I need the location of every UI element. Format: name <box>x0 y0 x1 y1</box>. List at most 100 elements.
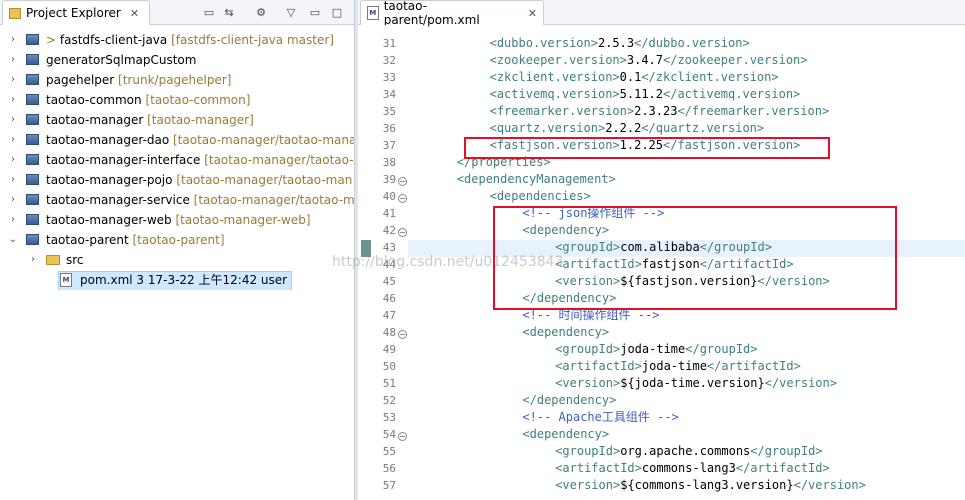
tree-item-text: taotao-parent [taotao-parent] <box>46 230 225 250</box>
tree-item-label: taotao-manager <box>46 113 144 127</box>
xml-value: 2.5.3 <box>597 36 635 50</box>
minimize-icon[interactable]: ▭ <box>308 5 322 19</box>
xml-value: org.apache.commons <box>620 444 751 458</box>
chevron-down-icon[interactable]: ⌄ <box>8 230 18 250</box>
code-line: <dubbo.version>2.5.3</dubbo.version> <box>490 35 750 52</box>
fold-toggle-icon[interactable]: − <box>398 194 407 203</box>
code-line: <dependency> <box>522 324 609 341</box>
xml-value: joda-time <box>620 342 686 356</box>
tree-item-project[interactable]: › taotao-manager [taotao-manager] <box>0 110 354 130</box>
tree-item-project[interactable]: › pagehelper [trunk/pagehelper] <box>0 70 354 90</box>
tree-item-text: taotao-manager-web [taotao-manager-web] <box>46 210 311 230</box>
chevron-right-icon[interactable]: › <box>8 150 18 170</box>
xml-tag: <quartz.version> <box>489 121 606 135</box>
xml-tag: </zookeeper.version> <box>663 53 808 67</box>
tree-item-label: src <box>66 253 84 267</box>
filter-icon[interactable]: ⚙ <box>254 5 268 19</box>
tree-item-project[interactable]: › taotao-common [taotao-common] <box>0 90 354 110</box>
tree-item-project[interactable]: › taotao-manager-web [taotao-manager-web] <box>0 210 354 230</box>
line-number: 46 <box>382 292 396 305</box>
line-number: 40 <box>382 190 396 203</box>
line-number: 55 <box>382 445 396 458</box>
tree-item-label: taotao-manager-pojo <box>46 173 173 187</box>
tree-item-project[interactable]: › > fastdfs-client-java [fastdfs-client-j… <box>0 30 354 50</box>
link-with-editor-icon[interactable]: ⇆ <box>222 5 236 19</box>
tree-item-project[interactable]: › taotao-manager-interface [taotao-manage… <box>0 150 354 170</box>
xml-tag: <groupId> <box>555 342 621 356</box>
git-change-marker: > <box>46 33 60 47</box>
tree-item-text: taotao-manager-dao [taotao-manager/taota… <box>46 130 354 150</box>
tree-item-text: taotao-common [taotao-common] <box>46 90 250 110</box>
xml-value: 2.3.23 <box>634 104 678 118</box>
view-menu-icon[interactable]: ▽ <box>284 5 298 19</box>
close-icon[interactable]: ✕ <box>528 7 537 20</box>
editor-tab-label: taotao-parent/pom.xml <box>383 0 480 27</box>
code-line: <!-- Apache工具组件 --> <box>522 409 678 426</box>
tree-item-project[interactable]: ⌄ taotao-parent [taotao-parent] <box>0 230 354 250</box>
tab-project-explorer[interactable]: Project Explorer ✕ <box>2 0 150 25</box>
chevron-right-icon[interactable]: › <box>8 170 18 190</box>
code-line: <groupId>org.apache.commons</groupId> <box>555 443 822 460</box>
line-number: 49 <box>382 343 396 356</box>
line-number: 48 <box>382 326 396 339</box>
tree-item-text: taotao-manager [taotao-manager] <box>46 110 254 130</box>
fold-toggle-icon[interactable]: − <box>398 330 407 339</box>
tree-item-text: generatorSqlmapCustom <box>46 50 196 70</box>
xml-value: commons-lang3 <box>641 461 736 475</box>
xml-tag: <version> <box>555 478 621 492</box>
close-icon[interactable]: ✕ <box>130 7 139 20</box>
fold-toggle-icon[interactable]: − <box>398 432 407 441</box>
code-line: <freemarker.version>2.3.23</freemarker.v… <box>490 103 830 120</box>
chevron-right-icon[interactable]: › <box>8 190 18 210</box>
tree-item-decoration: [taotao-manager/taotao-m <box>189 193 354 207</box>
editor-panel: M taotao-parent/pom.xml ✕ 31 32 33 34 35 36 37… <box>332 0 965 500</box>
tree-item-project[interactable]: › taotao-manager-dao [taotao-manager/taot… <box>0 130 354 150</box>
tab-label: Project Explorer <box>26 6 121 20</box>
xml-tag: </zkclient.version> <box>641 70 779 84</box>
xml-tag: <version> <box>555 376 621 390</box>
chevron-right-icon[interactable]: › <box>28 250 38 270</box>
xml-tag: <artifactId> <box>555 461 642 475</box>
line-number: 38 <box>382 156 396 169</box>
xml-tag: </version> <box>764 376 837 390</box>
tree-item-folder[interactable]: › src <box>0 250 354 270</box>
chevron-right-icon[interactable]: › <box>8 30 18 50</box>
tree-item-project[interactable]: › generatorSqlmapCustom <box>0 50 354 70</box>
line-number: 43 <box>382 241 396 254</box>
tree-item-label: taotao-common <box>46 93 142 107</box>
tree-item-decoration: [taotao-common] <box>141 93 251 107</box>
chevron-right-icon[interactable]: › <box>8 130 18 150</box>
editor-tabbar: M taotao-parent/pom.xml ✕ <box>358 0 965 27</box>
line-number: 35 <box>382 105 396 118</box>
chevron-right-icon[interactable]: › <box>8 90 18 110</box>
project-explorer-tabbar: Project Explorer ✕ ▭ ⇆ ⚙ ▽ ▭ □ <box>0 0 354 25</box>
maximize-icon[interactable]: □ <box>330 5 344 19</box>
tree-item-text: taotao-manager-service [taotao-manager/t… <box>46 190 354 210</box>
xml-value: ${commons-lang3.version} <box>620 478 794 492</box>
tab-pom-xml[interactable]: M taotao-parent/pom.xml ✕ <box>360 0 544 27</box>
code-line: <zkclient.version>0.1</zkclient.version> <box>490 69 779 86</box>
line-number: 51 <box>382 377 396 390</box>
tree-item-label: taotao-manager-dao <box>46 133 170 147</box>
tree-item-project[interactable]: › taotao-manager-pojo [taotao-manager/tao… <box>0 170 354 190</box>
code-line: <dependency> <box>522 426 609 443</box>
chevron-right-icon[interactable]: › <box>8 70 18 90</box>
xml-value: ${joda-time.version} <box>620 376 765 390</box>
tree-item-label: taotao-manager-interface <box>46 153 201 167</box>
tree-item-project[interactable]: › taotao-manager-service [taotao-manager/… <box>0 190 354 210</box>
folder-icon <box>46 255 60 265</box>
chevron-right-icon[interactable]: › <box>8 110 18 130</box>
tree-item-file[interactable]: Mpom.xml 3 17-3-22 上午12:42 user <box>0 270 354 290</box>
project-explorer-icon <box>9 7 21 19</box>
tree-item-decoration: [trunk/pagehelper] <box>114 73 232 87</box>
fold-toggle-icon[interactable]: − <box>398 177 407 186</box>
code-line: </dependency> <box>522 392 616 409</box>
collapse-all-icon[interactable]: ▭ <box>202 5 216 19</box>
fold-toggle-icon[interactable]: − <box>398 228 407 237</box>
project-icon <box>26 134 39 145</box>
chevron-right-icon[interactable]: › <box>8 50 18 70</box>
code-line: <activemq.version>5.11.2</activemq.versi… <box>490 86 801 103</box>
project-icon <box>26 114 39 125</box>
chevron-right-icon[interactable]: › <box>8 210 18 230</box>
xml-tag: </artifactId> <box>735 461 830 475</box>
